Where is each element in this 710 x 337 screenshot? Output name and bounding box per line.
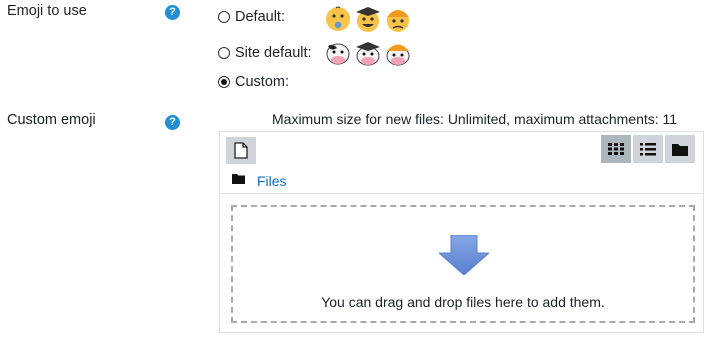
radio-default-label: Default: — [235, 9, 285, 25]
folder-icon — [672, 143, 688, 156]
default-emoji-set — [326, 6, 409, 32]
max-size-text: Maximum size for new files: Unlimited, m… — [272, 111, 678, 127]
emoji-setting-label: Emoji to use — [7, 3, 87, 19]
breadcrumb: Files — [220, 169, 703, 194]
baby-face-emoji — [326, 6, 350, 31]
grid-icon — [608, 143, 624, 155]
path-files-link[interactable]: Files — [257, 173, 287, 189]
folder-icon — [232, 174, 245, 184]
construction-worker-face-emoji — [387, 10, 409, 32]
radio-site-default-label: Site default: — [235, 45, 312, 61]
add-file-button[interactable] — [226, 137, 256, 164]
cow-worker-emoji — [386, 44, 410, 66]
file-icon — [234, 142, 248, 159]
view-switcher — [601, 135, 695, 163]
cow-emoji — [326, 43, 350, 65]
arrow-down-icon — [439, 235, 489, 275]
cow-graduate-emoji — [356, 42, 380, 66]
custom-emoji-label: Custom emoji — [7, 112, 96, 128]
file-manager: Files You can drag and drop files here t… — [219, 131, 704, 333]
radio-site-default[interactable] — [218, 47, 230, 59]
radio-custom-label: Custom: — [235, 74, 289, 90]
radio-default[interactable] — [218, 11, 230, 23]
tree-view-button[interactable] — [665, 135, 695, 163]
radio-custom-row[interactable]: Custom: — [218, 74, 289, 90]
radio-site-default-row[interactable]: Site default: — [218, 45, 312, 61]
question-circle-icon[interactable]: ? — [165, 115, 180, 130]
drop-zone[interactable]: You can drag and drop files here to add … — [231, 205, 695, 323]
site-default-emoji-set — [326, 42, 410, 66]
dropzone-text: You can drag and drop files here to add … — [321, 294, 605, 310]
graduate-face-emoji — [356, 7, 380, 32]
radio-default-row[interactable]: Default: — [218, 9, 285, 25]
radio-custom[interactable] — [218, 76, 230, 88]
list-icon — [640, 142, 656, 155]
question-circle-icon[interactable]: ? — [165, 5, 180, 20]
list-view-button[interactable] — [633, 135, 663, 163]
grid-view-button[interactable] — [601, 135, 631, 163]
